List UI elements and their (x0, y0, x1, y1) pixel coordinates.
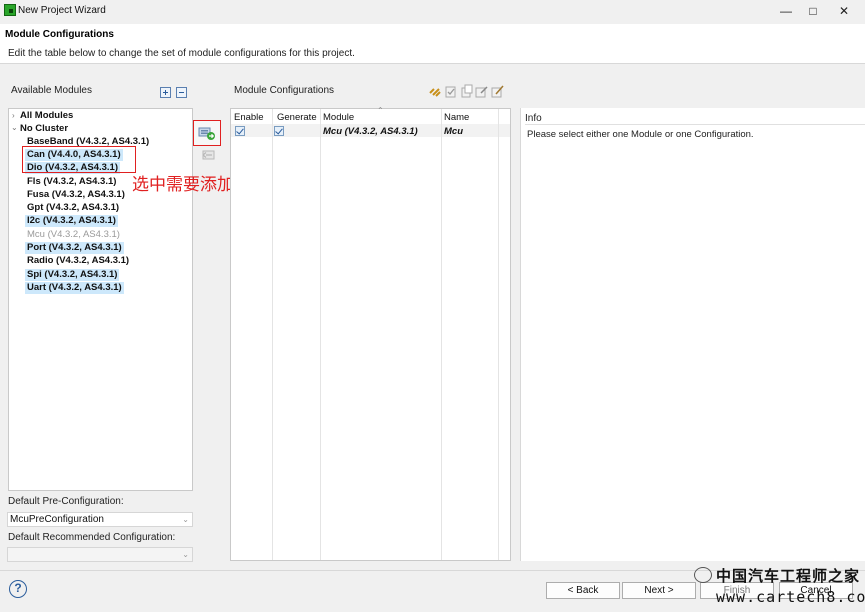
tree-item-port[interactable]: Port (V4.3.2, AS4.3.1) (25, 242, 124, 254)
sort-ascending-icon: ⌃ (377, 106, 384, 115)
column-header-enable[interactable]: Enable (234, 112, 264, 123)
pre-configuration-label: Default Pre-Configuration: (8, 496, 124, 507)
generate-checkbox[interactable] (274, 126, 284, 136)
close-button[interactable]: ✕ (830, 2, 858, 20)
tree-collapsed-icon[interactable]: › (12, 111, 15, 120)
column-header-module[interactable]: Module (323, 112, 354, 123)
collapse-all-icon[interactable] (176, 87, 187, 98)
generate-config-icon[interactable] (491, 84, 505, 98)
app-icon (4, 4, 16, 16)
add-right-arrow-icon (198, 127, 215, 140)
available-modules-label: Available Modules (11, 85, 92, 96)
link-icon[interactable] (428, 84, 442, 98)
tree-item-fls[interactable]: Fls (V4.3.2, AS4.3.1) (25, 176, 118, 188)
tree-expanded-icon[interactable]: ⌄ (11, 123, 18, 132)
tree-node-no-cluster[interactable]: No Cluster (18, 123, 70, 135)
tree-node-all-modules[interactable]: All Modules (18, 110, 75, 122)
chevron-down-icon: ⌄ (182, 515, 189, 524)
module-configurations-table[interactable]: Enable Generate Module ⌃ Name Mcu (V4.3.… (230, 106, 511, 561)
check-config-icon[interactable] (444, 84, 458, 98)
watermark-logo-icon (694, 567, 712, 583)
copy-config-icon[interactable] (460, 84, 474, 98)
recommended-configuration-select[interactable]: ⌄ (7, 547, 193, 562)
page-title: Module Configurations (5, 29, 114, 40)
wizard-header: Module Configurations Edit the table bel… (0, 24, 865, 64)
edit-config-icon[interactable] (475, 84, 489, 98)
watermark-url: www.cartech8.com (716, 588, 865, 606)
next-button[interactable]: Next > (622, 582, 696, 599)
divider (525, 124, 865, 125)
info-text: Please select either one Module or one C… (527, 129, 754, 140)
column-header-name[interactable]: Name (444, 112, 469, 123)
page-description: Edit the table below to change the set o… (8, 48, 355, 59)
back-button[interactable]: < Back (546, 582, 620, 599)
tree-item-gpt[interactable]: Gpt (V4.3.2, AS4.3.1) (25, 202, 121, 214)
pre-configuration-select[interactable]: McuPreConfiguration ⌄ (7, 512, 193, 527)
pre-configuration-value: McuPreConfiguration (10, 514, 104, 525)
info-panel: Info Please select either one Module or … (520, 108, 865, 561)
tree-item-fusa[interactable]: Fusa (V4.3.2, AS4.3.1) (25, 189, 127, 201)
tree-item-spi[interactable]: Spi (V4.3.2, AS4.3.1) (25, 269, 120, 281)
tree-item-radio[interactable]: Radio (V4.3.2, AS4.3.1) (25, 255, 131, 267)
window-title: New Project Wizard (18, 5, 106, 16)
tree-item-i2c[interactable]: I2c (V4.3.2, AS4.3.1) (25, 215, 118, 227)
highlight-box (22, 146, 136, 173)
module-cell[interactable]: Mcu (V4.3.2, AS4.3.1) (323, 126, 418, 137)
watermark-title: 中国汽车工程师之家 (716, 568, 861, 585)
tree-item-mcu: Mcu (V4.3.2, AS4.3.1) (27, 229, 120, 240)
remove-module-icon[interactable] (199, 146, 217, 164)
info-label: Info (525, 113, 542, 124)
recommended-configuration-label: Default Recommended Configuration: (8, 532, 176, 543)
minimize-button[interactable]: — (772, 2, 800, 20)
chevron-down-icon: ⌄ (182, 550, 189, 559)
add-module-button[interactable] (193, 120, 221, 146)
tree-item-uart[interactable]: Uart (V4.3.2, AS4.3.1) (25, 282, 124, 294)
enable-checkbox[interactable] (235, 126, 245, 136)
maximize-button[interactable]: □ (799, 2, 827, 20)
title-bar (0, 0, 865, 22)
name-cell[interactable]: Mcu (444, 126, 463, 137)
module-configurations-label: Module Configurations (234, 85, 335, 96)
expand-all-icon[interactable] (160, 87, 171, 98)
help-icon[interactable]: ? (9, 580, 27, 598)
column-header-generate[interactable]: Generate (277, 112, 317, 123)
